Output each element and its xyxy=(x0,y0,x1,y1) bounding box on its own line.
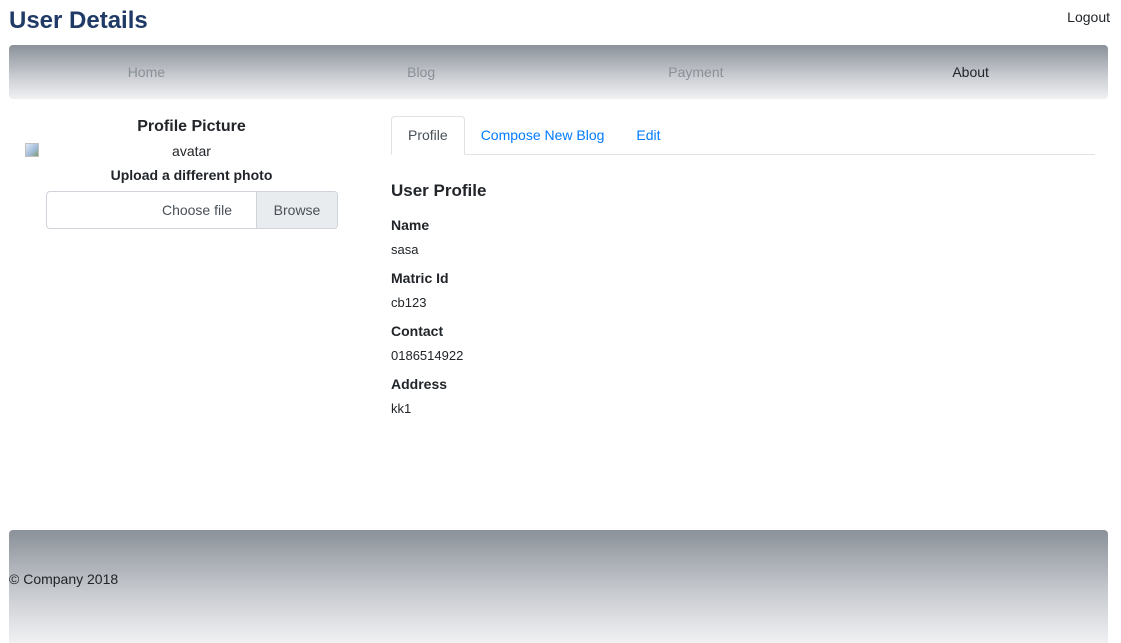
file-upload-input[interactable]: Choose file Browse xyxy=(46,191,338,229)
profile-picture-heading: Profile Picture xyxy=(137,118,246,135)
tab-compose-new-blog[interactable]: Compose New Blog xyxy=(465,116,621,154)
tab-edit[interactable]: Edit xyxy=(620,116,676,154)
page-footer: © Company 2018 xyxy=(9,530,1108,643)
page-title: User Details xyxy=(9,7,148,34)
tab-profile[interactable]: Profile xyxy=(391,116,465,155)
name-label: Name xyxy=(391,217,430,233)
contact-value: 0186514922 xyxy=(391,348,464,363)
address-value: kk1 xyxy=(391,401,412,416)
upload-photo-label: Upload a different photo xyxy=(110,167,273,183)
user-profile-heading: User Profile xyxy=(391,181,487,200)
matric-id-value: cb123 xyxy=(391,295,427,310)
choose-file-field[interactable]: Choose file xyxy=(47,192,256,228)
address-label: Address xyxy=(391,376,448,392)
avatar-alt-text: avatar xyxy=(172,143,211,159)
profile-main: Profile Compose New Blog Edit User Profi… xyxy=(391,116,1095,418)
copyright-text: © Company 2018 xyxy=(9,571,119,587)
contact-label: Contact xyxy=(391,323,444,339)
nav-item-about[interactable]: About xyxy=(833,45,1108,99)
browse-button[interactable]: Browse xyxy=(256,192,337,228)
logout-link[interactable]: Logout xyxy=(1067,9,1110,25)
nav-item-payment[interactable]: Payment xyxy=(559,45,834,99)
nav-item-home[interactable]: Home xyxy=(9,45,284,99)
name-value: sasa xyxy=(391,242,419,257)
profile-tabs: Profile Compose New Blog Edit xyxy=(391,116,1095,155)
avatar: avatar xyxy=(9,141,374,163)
profile-picture-panel: Profile Picture avatar Upload a differen… xyxy=(9,113,374,229)
nav-item-blog[interactable]: Blog xyxy=(284,45,559,99)
matric-id-label: Matric Id xyxy=(391,270,449,286)
top-navbar: Home Blog Payment About xyxy=(9,45,1108,99)
